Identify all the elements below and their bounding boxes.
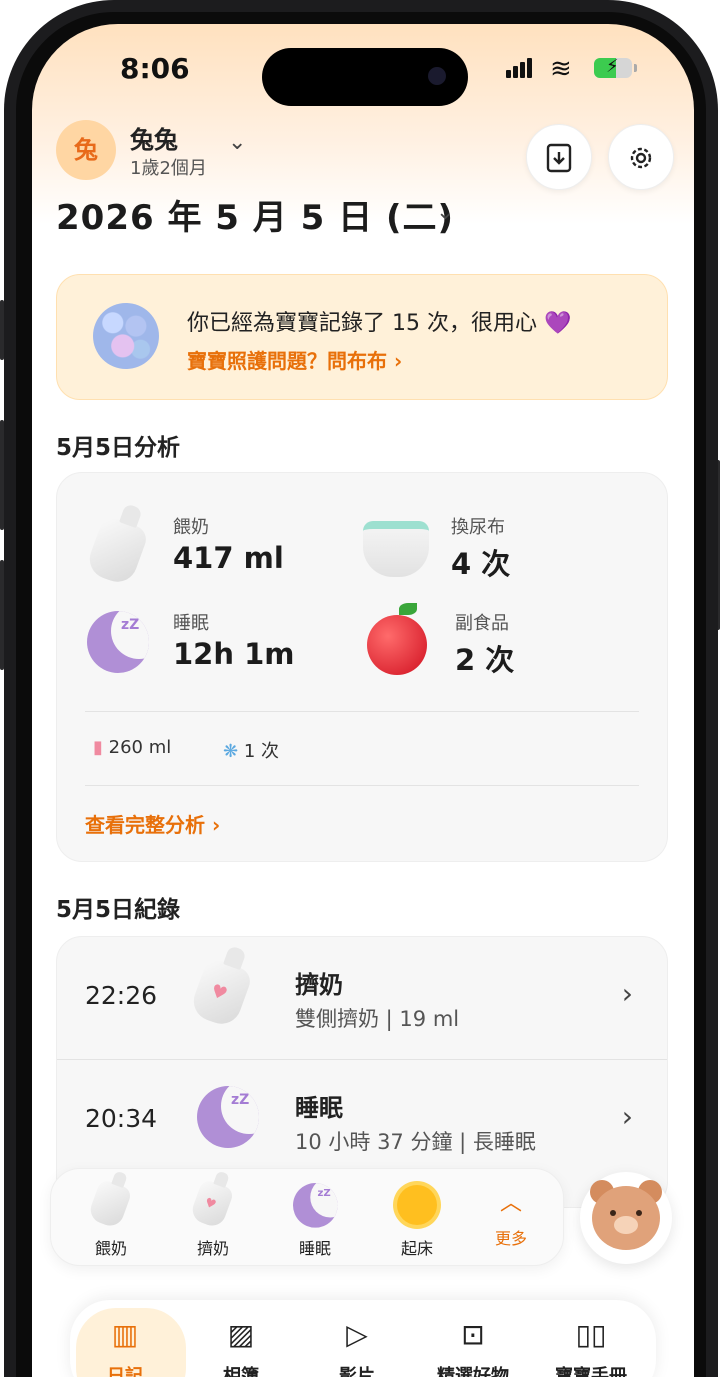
divider (85, 785, 639, 786)
pumped-bottle-icon: ▮ (93, 737, 103, 758)
diaper-icon (363, 521, 429, 577)
record-row[interactable]: 20:34 zZ 睡眠 10 小時 37 分鐘 | 長睡眠 › (57, 1060, 667, 1182)
moon-icon: zZ (197, 1086, 259, 1148)
tab-album[interactable]: ▨ 相簿 (186, 1300, 296, 1377)
quick-add-bar: 餵奶 ♥ 擠奶 zZ 睡眠 起床 ︿ 更多 (50, 1168, 564, 1266)
tab-label: 相簿 (223, 1366, 259, 1377)
stat-label: 副食品 (455, 613, 509, 634)
wifi-icon: ≋ (550, 54, 572, 84)
pump-bottle-icon: ♥ (188, 1178, 235, 1230)
chevron-right-icon: › (621, 977, 633, 1010)
book-icon: ▯▯ (575, 1318, 607, 1351)
shopping-bag-icon: ⊡ (461, 1318, 485, 1351)
mini-value: 1 次 (243, 741, 280, 762)
baby-avatar[interactable]: 兔 (56, 120, 116, 180)
camera-icon (428, 67, 446, 85)
moon-icon: zZ (293, 1183, 338, 1228)
tab-label: 影片 (339, 1366, 375, 1377)
app-screen: 8:06 ≋ ⚡ 兔 兔兔 1歲2個月 ⌄ 2026 年 5 月 5 日 (二)… (32, 24, 694, 1377)
bottle-icon (84, 514, 150, 588)
pumped-milk-stat: ▮ 260 ml (93, 737, 171, 758)
stat-value: 12h 1m (173, 637, 295, 671)
stat-value: 2 次 (455, 643, 515, 677)
gear-icon (630, 147, 652, 168)
quick-label: 起床 (400, 1239, 433, 1258)
date-chevron-down-icon[interactable]: ⌄ (436, 200, 454, 225)
record-subtitle: 10 小時 37 分鐘 | 長睡眠 (295, 1130, 536, 1154)
record-title: 睡眠 (295, 1094, 343, 1122)
dynamic-island (262, 48, 468, 106)
date-selector[interactable]: 2026 年 5 月 5 日 (二) (56, 190, 454, 239)
baby-switch-chevron-icon[interactable]: ⌄ (228, 130, 246, 155)
bear-assistant-button[interactable] (580, 1172, 672, 1264)
stat-value: 417 ml (173, 541, 284, 575)
tab-handbook[interactable]: ▯▯ 寶寶手冊 (536, 1300, 646, 1377)
records-section-title: 5月5日紀錄 (56, 897, 181, 923)
tab-label: 精選好物 (437, 1366, 509, 1377)
spit-up-stat: ❋ 1 次 (223, 737, 279, 763)
export-button[interactable] (526, 124, 592, 190)
photo-icon: ▨ (227, 1318, 255, 1351)
ai-assistant-banner[interactable]: 你已經為寶寶記錄了 15 次，很用心 💜 寶寶照護問題？問布布 › (56, 274, 668, 400)
full-analysis-link[interactable]: 查看完整分析 › (85, 809, 220, 838)
analysis-card: 餵奶 417 ml 換尿布 4 次 zZ 睡眠 12h 1m 副食品 2 次 ▮ (56, 472, 668, 862)
status-bar: 8:06 ≋ ⚡ (32, 48, 694, 106)
record-subtitle: 雙側擠奶 | 19 ml (295, 1007, 460, 1031)
settings-button[interactable] (608, 124, 674, 190)
download-doc-icon (546, 143, 572, 172)
app-header: 兔 兔兔 1歲2個月 ⌄ (32, 120, 694, 190)
record-title: 擠奶 (295, 971, 343, 999)
stat-label: 餵奶 (173, 517, 209, 538)
hydrangea-ball-icon (93, 303, 159, 369)
sun-icon (397, 1185, 437, 1225)
stat-value: 4 次 (451, 547, 511, 581)
quick-label: 擠奶 (196, 1239, 229, 1258)
pump-bottle-icon: ♥ (188, 956, 254, 1030)
record-row[interactable]: 22:26 ♥ 擠奶 雙側擠奶 | 19 ml › (57, 937, 667, 1059)
baby-age: 1歲2個月 (130, 158, 207, 179)
quick-label: 睡眠 (298, 1239, 331, 1258)
stat-label: 換尿布 (451, 517, 505, 538)
phone-frame: 8:06 ≋ ⚡ 兔 兔兔 1歲2個月 ⌄ 2026 年 5 月 5 日 (二)… (4, 0, 718, 1377)
mini-value: 260 ml (108, 737, 172, 758)
chevron-right-icon: › (621, 1100, 633, 1133)
diary-icon: ▥ (111, 1318, 139, 1351)
bear-face-icon (592, 1186, 660, 1250)
spit-up-icon: ❋ (223, 741, 239, 762)
tab-label: 寶寶手冊 (555, 1366, 627, 1377)
ask-bubu-link[interactable]: 寶寶照護問題？問布布 › (187, 345, 402, 374)
quick-label: 更多 (494, 1229, 527, 1248)
moon-icon: zZ (87, 611, 149, 673)
battery-charging-icon: ⚡ (594, 56, 637, 78)
record-count-message: 你已經為寶寶記錄了 15 次，很用心 💜 (187, 311, 572, 336)
cellular-signal-icon (506, 58, 534, 78)
status-time: 8:06 (120, 52, 190, 85)
stat-label: 睡眠 (173, 613, 209, 634)
tab-shop[interactable]: ⊡ 精選好物 (418, 1300, 528, 1377)
tab-diary[interactable]: ▥ 日記 (70, 1300, 186, 1377)
record-time: 22:26 (85, 981, 158, 1010)
tab-videos[interactable]: ▷ 影片 (302, 1300, 412, 1377)
bottle-icon (86, 1178, 133, 1230)
divider (85, 711, 639, 712)
quick-label: 餵奶 (94, 1239, 127, 1258)
bottom-tab-bar: ▥ 日記 ▨ 相簿 ▷ 影片 ⊡ 精選好物 ▯▯ 寶寶手冊 (70, 1300, 656, 1377)
apple-icon (367, 603, 427, 675)
baby-name[interactable]: 兔兔 (130, 120, 178, 155)
play-icon: ▷ (346, 1318, 368, 1351)
tab-label: 日記 (107, 1366, 143, 1377)
analysis-section-title: 5月5日分析 (56, 435, 181, 461)
chevron-up-icon: ︿ (499, 1191, 522, 1216)
record-time: 20:34 (85, 1104, 158, 1133)
